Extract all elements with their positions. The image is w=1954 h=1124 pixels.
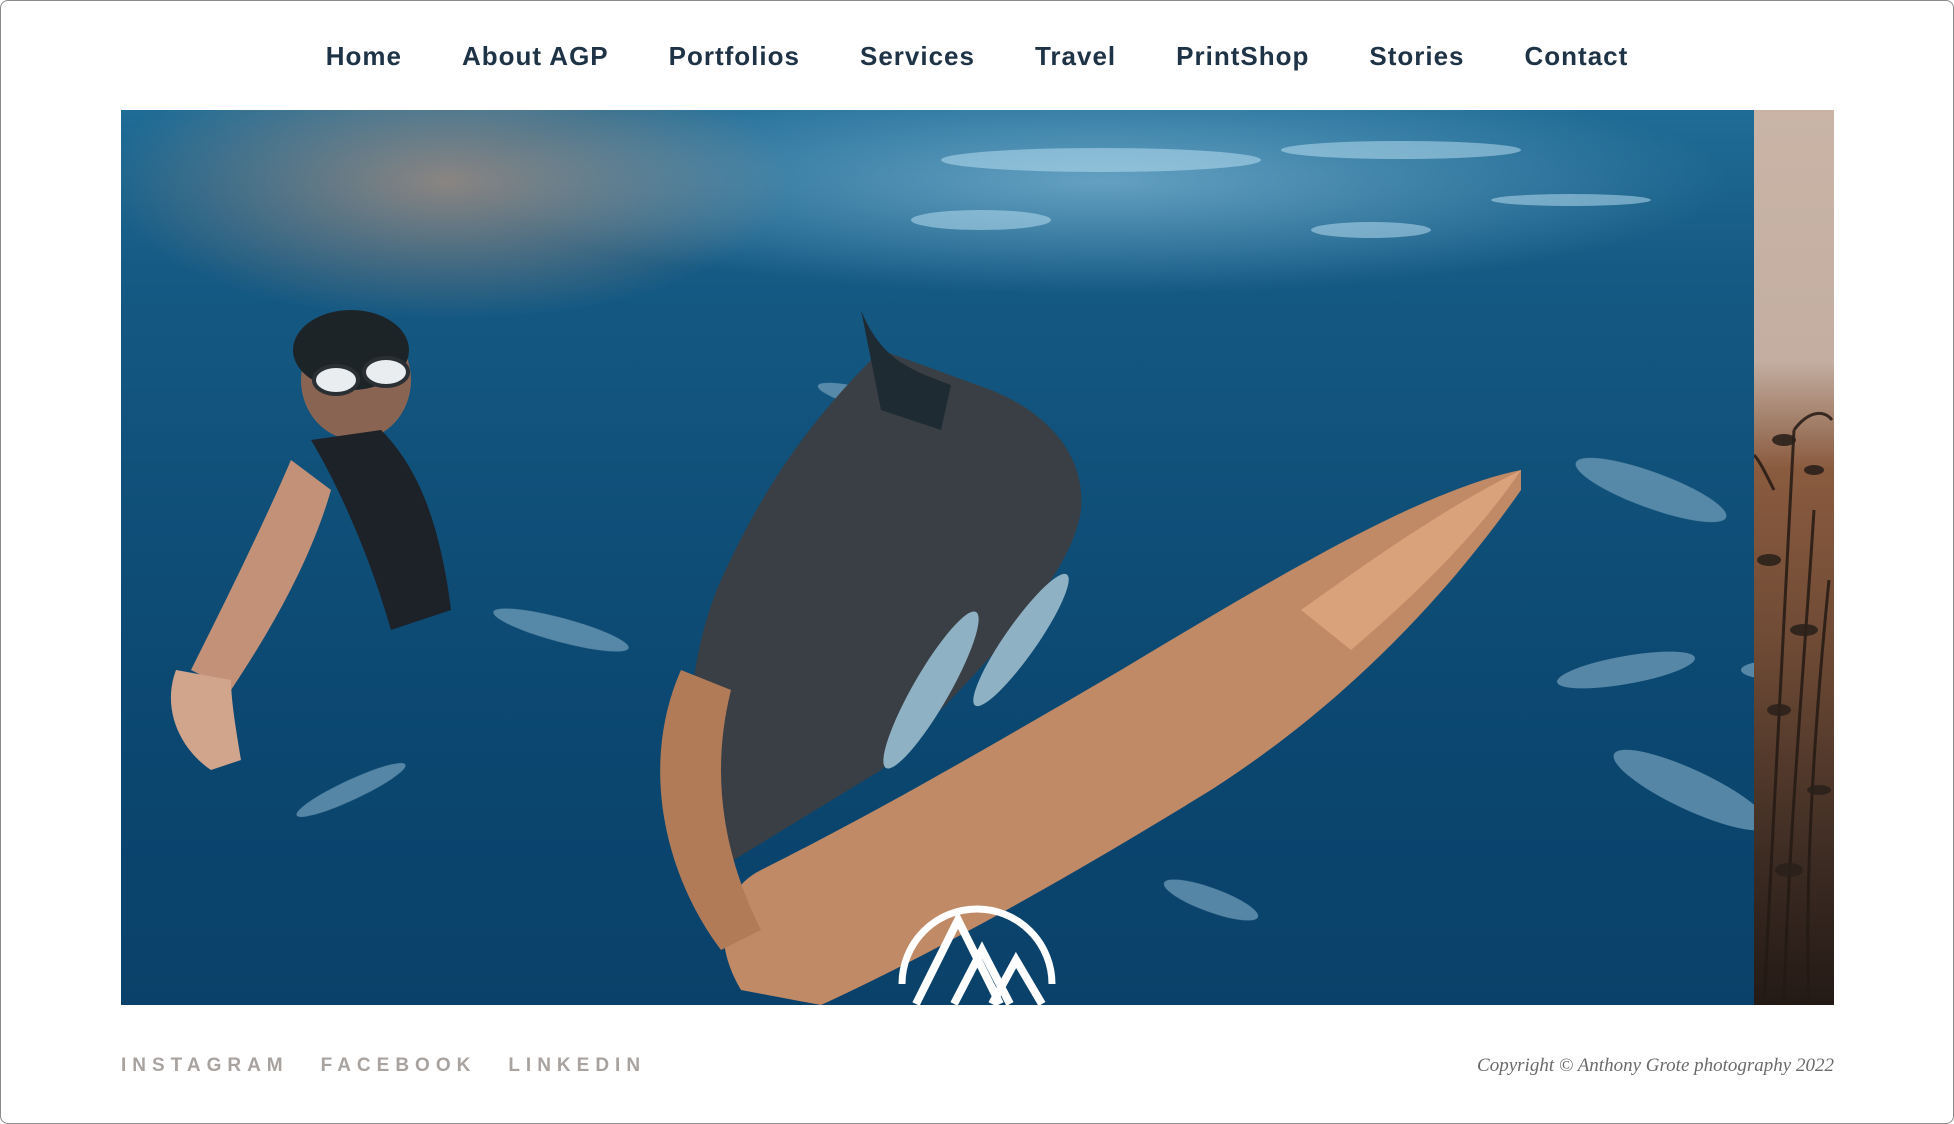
nav-link-about[interactable]: About AGP xyxy=(462,41,609,71)
nav-item-portfolios: Portfolios xyxy=(669,41,800,72)
nav-link-printshop[interactable]: PrintShop xyxy=(1176,41,1309,71)
page-footer: INSTAGRAM FACEBOOK LINKEDIN Copyright © … xyxy=(121,1046,1834,1086)
hero-slideshow[interactable] xyxy=(121,110,1834,1005)
nav-menu: Home About AGP Portfolios Services Trave… xyxy=(296,41,1659,72)
copyright-text: Copyright © Anthony Grote photography 20… xyxy=(1477,1055,1834,1076)
hero-slide-next-preview[interactable] xyxy=(1754,110,1834,1005)
instagram-link[interactable]: INSTAGRAM xyxy=(121,1055,289,1077)
social-links: INSTAGRAM FACEBOOK LINKEDIN xyxy=(121,1055,646,1077)
nav-item-home: Home xyxy=(326,41,402,72)
agp-triangle-logo-icon[interactable] xyxy=(896,880,1058,1005)
linkedin-link[interactable]: LINKEDIN xyxy=(508,1055,646,1077)
nav-item-stories: Stories xyxy=(1369,41,1464,72)
browser-page: Home About AGP Portfolios Services Trave… xyxy=(0,0,1954,1124)
hero-slide-shark-swimmer xyxy=(121,110,1754,1005)
nav-link-contact[interactable]: Contact xyxy=(1525,41,1629,71)
nav-link-services[interactable]: Services xyxy=(860,41,975,71)
nav-link-travel[interactable]: Travel xyxy=(1035,41,1116,71)
nav-item-printshop: PrintShop xyxy=(1176,41,1309,72)
hero-photo-illustration xyxy=(170,141,1754,1005)
nav-link-stories[interactable]: Stories xyxy=(1369,41,1464,71)
facebook-link[interactable]: FACEBOOK xyxy=(321,1055,477,1077)
nav-link-portfolios[interactable]: Portfolios xyxy=(669,41,800,71)
nav-item-travel: Travel xyxy=(1035,41,1116,72)
main-navigation: Home About AGP Portfolios Services Trave… xyxy=(1,1,1953,111)
nav-link-home[interactable]: Home xyxy=(326,41,402,71)
foliage-photo-illustration xyxy=(1754,411,1834,1005)
nav-item-services: Services xyxy=(860,41,975,72)
nav-item-about: About AGP xyxy=(462,41,609,72)
nav-item-contact: Contact xyxy=(1525,41,1629,72)
